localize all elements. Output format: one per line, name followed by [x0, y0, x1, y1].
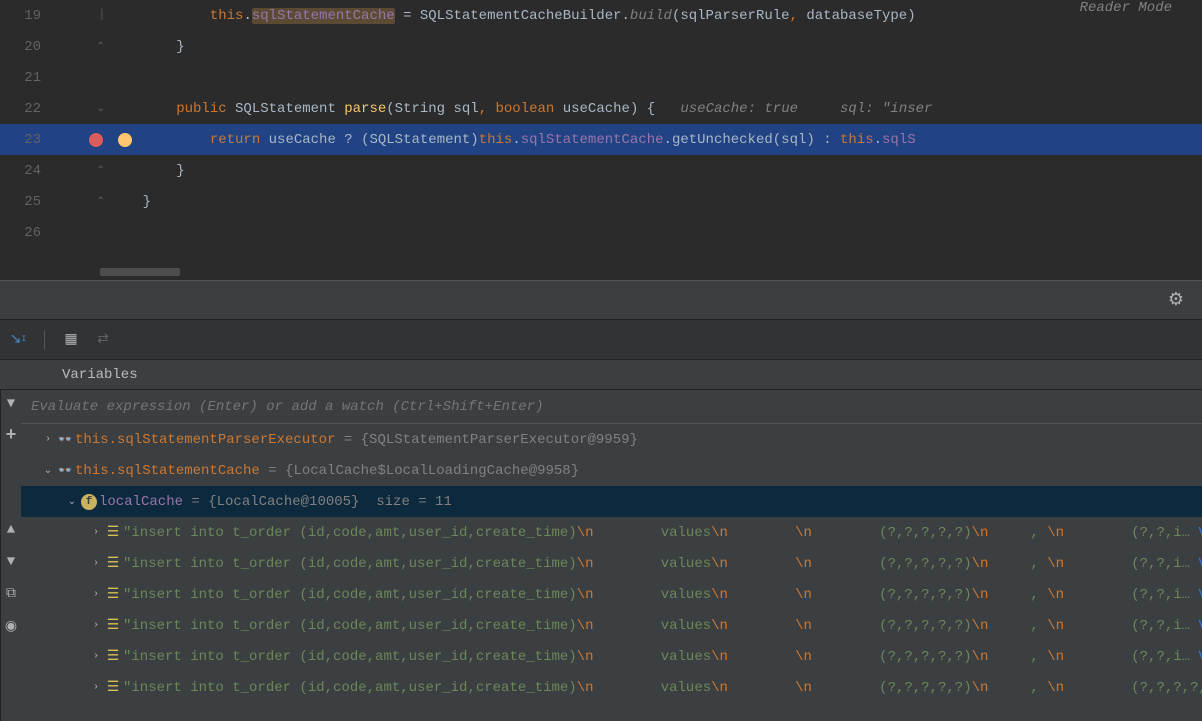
evaluate-expression-bar: Java▾ +: [21, 390, 1202, 424]
dropdown-icon[interactable]: ▼: [1, 394, 21, 414]
variable-row[interactable]: › 👓 this.sqlStatementParserExecutor = {S…: [21, 424, 1202, 455]
code-editor[interactable]: Reader Mode 19 │ this.sqlStatementCache …: [0, 0, 1202, 280]
variable-row[interactable]: ›☰"insert into t_order (id,code,amt,user…: [21, 672, 1202, 703]
step-into-icon[interactable]: ↘I: [8, 330, 28, 350]
expand-icon[interactable]: ›: [89, 558, 103, 569]
line-number: 22: [0, 101, 45, 117]
calculator-icon[interactable]: ▦: [61, 330, 81, 350]
reader-mode-hint: Reader Mode: [1080, 0, 1172, 16]
variable-row[interactable]: ›☰"insert into t_order (id,code,amt,user…: [21, 548, 1202, 579]
variable-row[interactable]: ⌄ 👓 this.sqlStatementCache = {LocalCache…: [21, 455, 1202, 486]
horizontal-scrollbar[interactable]: [100, 268, 180, 276]
code-line[interactable]: 25 ⌃ }: [0, 186, 1202, 217]
glasses-icon: 👓: [55, 432, 75, 447]
intention-bulb-icon[interactable]: [118, 133, 132, 147]
glasses-icon: 👓: [55, 463, 75, 478]
map-entry-icon: ☰: [103, 679, 123, 696]
code-line[interactable]: 22 ⌄ public SQLStatement parse(String sq…: [0, 93, 1202, 124]
adjust-icon[interactable]: ⇄: [93, 330, 113, 350]
add-icon[interactable]: +: [1, 426, 21, 446]
gear-icon[interactable]: ⚙: [1168, 289, 1184, 311]
line-number: 20: [0, 39, 45, 55]
variables-tab-label: Variables: [62, 367, 138, 383]
map-entry-icon: ☰: [103, 555, 123, 572]
view-link[interactable]: Vi: [1190, 649, 1202, 665]
view-link[interactable]: Vi: [1190, 556, 1202, 572]
variable-row-selected[interactable]: ⌄ f localCache = {LocalCache@10005} size…: [21, 486, 1202, 517]
variable-row[interactable]: ›☰"insert into t_order (id,code,amt,user…: [21, 517, 1202, 548]
up-icon[interactable]: ▲: [1, 520, 21, 540]
expand-icon[interactable]: ›: [89, 682, 103, 693]
expand-icon[interactable]: ›: [89, 620, 103, 631]
code-line[interactable]: 19 │ this.sqlStatementCache = SQLStateme…: [0, 0, 1202, 31]
variables-tab[interactable]: Variables: [0, 360, 1202, 390]
breakpoint-icon[interactable]: [89, 133, 103, 147]
collapse-icon[interactable]: ⌄: [65, 496, 79, 508]
variable-row[interactable]: ›☰"insert into t_order (id,code,amt,user…: [21, 579, 1202, 610]
map-entry-icon: ☰: [103, 617, 123, 634]
code-line[interactable]: 24 ⌃ }: [0, 155, 1202, 186]
view-link[interactable]: Vi: [1190, 525, 1202, 541]
expand-icon[interactable]: ›: [41, 434, 55, 445]
view-link[interactable]: Vi: [1190, 587, 1202, 603]
view-link[interactable]: Vi: [1190, 618, 1202, 634]
expand-icon[interactable]: ›: [89, 651, 103, 662]
variable-row[interactable]: ›☰"insert into t_order (id,code,amt,user…: [21, 610, 1202, 641]
code-line[interactable]: 26: [0, 217, 1202, 248]
expand-icon[interactable]: ›: [89, 589, 103, 600]
expand-icon[interactable]: ›: [89, 527, 103, 538]
debug-toolbar: ↘I ▦ ⇄: [0, 320, 1202, 360]
map-entry-icon: ☰: [103, 648, 123, 665]
variable-row[interactable]: ›☰"insert into t_order (id,code,amt,user…: [21, 641, 1202, 672]
variables-tree[interactable]: › 👓 this.sqlStatementParserExecutor = {S…: [21, 424, 1202, 721]
field-icon: f: [79, 494, 99, 510]
down-icon[interactable]: ▼: [1, 552, 21, 572]
line-number: 19: [0, 8, 45, 24]
map-entry-icon: ☰: [103, 524, 123, 541]
eye-icon[interactable]: ◉: [1, 616, 21, 636]
line-number: 21: [0, 70, 45, 86]
line-number: 25: [0, 194, 45, 210]
evaluate-input[interactable]: [21, 399, 1202, 415]
line-number: 24: [0, 163, 45, 179]
map-entry-icon: ☰: [103, 586, 123, 603]
tool-window-header[interactable]: ⚙: [0, 280, 1202, 320]
code-line[interactable]: 21: [0, 62, 1202, 93]
code-line-current[interactable]: 23 return useCache ? (SQLStatement)this.…: [0, 124, 1202, 155]
collapse-icon[interactable]: ⌄: [41, 465, 55, 477]
debug-side-toolbar: ▼ + ▲ ▼ ⧉ ◉: [1, 390, 21, 721]
code-line[interactable]: 20 ⌃ }: [0, 31, 1202, 62]
line-number: 26: [0, 225, 45, 241]
line-number: 23: [0, 132, 45, 148]
copy-icon[interactable]: ⧉: [1, 584, 21, 604]
